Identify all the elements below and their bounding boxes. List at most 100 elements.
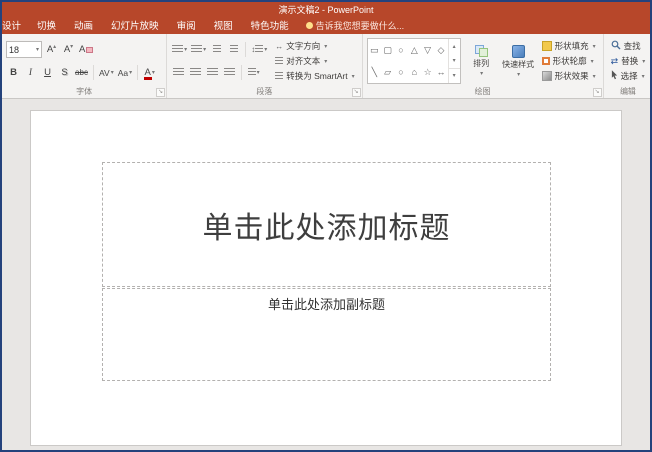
shape-star-icon[interactable]: ☆	[424, 67, 432, 78]
font-dialog-launcher[interactable]: ↘	[156, 88, 166, 97]
shadow-label: S	[61, 67, 68, 78]
shape-fill-icon	[541, 41, 552, 51]
shape-parallelogram-icon[interactable]: ▱	[384, 67, 391, 78]
columns-button[interactable]: ▾	[246, 64, 261, 82]
arrange-button[interactable]: 排列 ▾	[465, 38, 498, 84]
tab-transitions[interactable]: 切换	[28, 16, 65, 34]
increase-indent-button[interactable]	[226, 41, 241, 59]
titlebar: 演示文稿2 - PowerPoint	[2, 2, 650, 16]
chevron-down-icon: ▾	[256, 70, 260, 76]
align-text-button[interactable]: 对齐文本 ▾	[272, 54, 357, 68]
font-row-top: 18 ▾ A ▴ A ▾ A	[6, 39, 162, 60]
find-button[interactable]: 查找	[608, 39, 649, 53]
smartart-icon	[275, 71, 284, 81]
align-right-icon	[207, 68, 219, 77]
arrange-label: 排列	[473, 59, 490, 68]
select-button[interactable]: 选择 ▾	[608, 69, 649, 83]
shape-triangle-icon[interactable]: △	[411, 45, 418, 56]
strikethrough-button[interactable]: abc	[74, 64, 89, 82]
chevron-down-icon: ▾	[264, 47, 268, 53]
bullets-icon	[172, 45, 184, 54]
italic-button[interactable]: I	[23, 64, 38, 82]
justify-button[interactable]	[222, 64, 237, 82]
tab-slideshow[interactable]: 幻灯片放映	[102, 16, 168, 34]
line-spacing-button[interactable]: ↕ ▾	[250, 41, 268, 59]
shape-effects-button[interactable]: 形状效果 ▾	[539, 69, 599, 83]
divider	[93, 65, 94, 80]
align-center-button[interactable]	[188, 64, 203, 82]
clear-letter: A	[79, 44, 86, 55]
shape-ellipse-icon[interactable]: ○	[398, 45, 403, 55]
quick-styles-button[interactable]: 快速样式 ▾	[502, 38, 535, 84]
tab-view[interactable]: 视图	[205, 16, 242, 34]
columns-icon	[247, 68, 256, 77]
slide-canvas[interactable]: 单击此处添加标题 单击此处添加副标题	[30, 110, 622, 446]
chevron-down-icon: ▾	[642, 58, 646, 65]
search-icon	[611, 40, 621, 52]
paragraph-row-top: ▾ ▾ ↕ ▾	[171, 39, 268, 60]
ribbon-tab-bar: 设计 切换 动画 幻灯片放映 审阅 视图 特色功能 告诉我您想要做什么...	[2, 16, 650, 34]
tab-review[interactable]: 审阅	[168, 16, 205, 34]
tab-design[interactable]: 设计	[0, 16, 28, 34]
align-right-button[interactable]	[205, 64, 220, 82]
eraser-icon	[86, 46, 94, 53]
shape-square-icon[interactable]: ▢	[383, 45, 392, 56]
shape-triangle-down-icon[interactable]: ▽	[424, 45, 431, 56]
clear-formatting-button[interactable]: A	[78, 41, 94, 59]
font-size-combo[interactable]: 18 ▾	[6, 41, 42, 58]
window-title: 演示文稿2 - PowerPoint	[278, 4, 374, 15]
divider	[241, 65, 243, 80]
change-case-button[interactable]: Aa ▾	[117, 64, 133, 82]
text-direction-button[interactable]: ↔ 文字方向 ▾	[272, 39, 357, 53]
drawing-dialog-launcher[interactable]: ↘	[592, 88, 602, 97]
chevron-down-icon: ▾	[324, 43, 328, 50]
tab-special-features[interactable]: 特色功能	[242, 16, 298, 34]
align-left-icon	[173, 68, 185, 77]
shape-line-icon[interactable]: ╲	[372, 67, 377, 78]
shape-circle-icon[interactable]: ○	[398, 67, 403, 77]
align-left-button[interactable]	[171, 64, 186, 82]
paragraph-dialog-launcher[interactable]: ↘	[351, 88, 361, 97]
indent-icon	[229, 45, 238, 54]
chevron-down-icon: ▾	[351, 73, 355, 80]
numbering-button[interactable]: ▾	[190, 41, 207, 59]
subtitle-placeholder[interactable]: 单击此处添加副标题	[102, 288, 551, 381]
replace-button[interactable]: ⇄ 替换 ▾	[608, 54, 649, 68]
chevron-down-icon: ▾	[129, 70, 133, 76]
gallery-more-button[interactable]: ▾	[448, 67, 460, 83]
bullets-button[interactable]: ▾	[171, 41, 188, 59]
divider	[137, 65, 139, 80]
lines-icon	[255, 45, 264, 54]
text-shadow-button[interactable]: S	[57, 64, 72, 82]
up-arrow-icon: ▴	[53, 43, 57, 50]
decrease-indent-button[interactable]	[209, 41, 224, 59]
shapes-gallery[interactable]: ▭ ▢ ○ △ ▽ ◇ ╲ ▱ ○ ⌂ ☆ ↔ ▴ ▾ ▾	[366, 38, 461, 84]
gallery-scroll-up-button[interactable]: ▴	[449, 39, 460, 53]
shape-rectangle-icon[interactable]: ▭	[370, 45, 379, 56]
gallery-scrollbar: ▴ ▾ ▾	[447, 39, 460, 83]
decrease-font-size-button[interactable]: A ▾	[61, 41, 76, 59]
font-color-button[interactable]: A ▾	[142, 64, 162, 82]
increase-font-size-button[interactable]: A ▴	[44, 41, 59, 59]
shape-home-icon[interactable]: ⌂	[412, 67, 417, 77]
title-placeholder[interactable]: 单击此处添加标题	[102, 162, 551, 287]
shape-effects-label: 形状效果	[554, 71, 589, 81]
convert-to-smartart-button[interactable]: 转换为 SmartArt ▾	[272, 69, 357, 83]
tab-animations[interactable]: 动画	[65, 16, 102, 34]
character-spacing-button[interactable]: AV ▾	[98, 64, 115, 82]
case-label: Aa	[117, 67, 129, 78]
replace-icon: ⇄	[610, 55, 619, 66]
shape-outline-button[interactable]: 形状轮廓 ▾	[539, 54, 599, 68]
underline-button[interactable]: U	[40, 64, 55, 82]
gallery-scroll-down-button[interactable]: ▾	[449, 53, 460, 67]
tell-me-box[interactable]: 告诉我您想要做什么...	[298, 16, 413, 34]
arrange-icon	[474, 45, 488, 57]
shape-fill-button[interactable]: 形状填充 ▾	[539, 39, 599, 53]
numbering-icon	[191, 45, 203, 54]
bold-button[interactable]: B	[6, 64, 21, 82]
spacing-label: AV	[99, 67, 110, 78]
shape-outline-label: 形状轮廓	[552, 56, 587, 66]
shape-diamond-icon[interactable]: ◇	[437, 45, 444, 56]
shape-arrow-icon[interactable]: ↔	[436, 67, 445, 77]
quick-styles-label: 快速样式	[502, 59, 535, 69]
